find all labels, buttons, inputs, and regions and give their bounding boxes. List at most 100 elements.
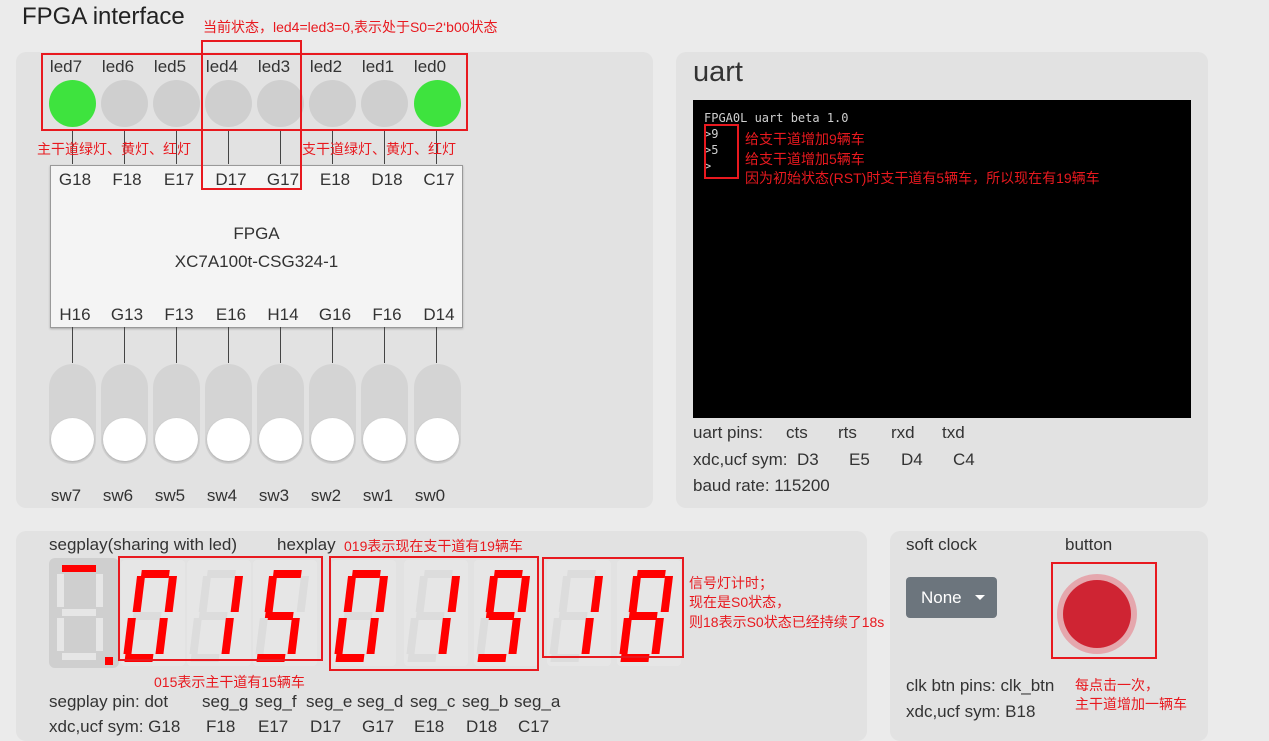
switch-label: sw4 [206,486,238,505]
seg-sym: D18 [466,717,498,736]
pin-label: G18 [58,170,92,189]
switch-sw3[interactable] [257,364,304,464]
soft-clock-label: soft clock [906,535,977,554]
annotation-state: 当前状态，led4=led3=0,表示处于S0=2‘b00状态 [203,19,498,35]
seg-sym: G17 [362,717,395,736]
select-value: None [921,588,962,607]
pin-label: H14 [267,305,299,324]
uart-pin: cts [786,423,808,442]
switch-knob[interactable] [103,418,146,461]
switch-sw0[interactable] [414,364,461,464]
annotation-button-2: 主干道增加一辆车 [1075,696,1187,712]
uart-pin: rts [838,423,857,442]
switch-sw1[interactable] [361,364,408,464]
uart-sym: D3 [797,450,819,469]
annotation-timer-1: 信号灯计时； [689,575,773,591]
pin-label: F18 [112,170,142,189]
chip-part: XC7A100t-CSG324-1 [174,252,339,271]
switch-knob[interactable] [311,418,354,461]
hexplay-label: hexplay [277,535,336,554]
annotation-box [542,557,684,658]
uart-pin: txd [942,423,965,442]
pin-label: F13 [164,305,194,324]
annotation-uart-3: 因为初始状态(RST)时支干道有5辆车，所以现在有19辆车 [745,170,1100,186]
switch-sw2[interactable] [309,364,356,464]
wire [384,327,385,363]
annotation-uart-2: 给支干道增加5辆车 [745,151,865,167]
annotation-button-1: 每点击一次， [1075,677,1159,693]
switch-sw6[interactable] [101,364,148,464]
switch-sw7[interactable] [49,364,96,464]
seg-sym-label: xdc,ucf sym: G18 [49,717,181,736]
uart-pin: rxd [891,423,915,442]
button-label: button [1065,535,1113,554]
wire [176,327,177,363]
uart-sym: E5 [849,450,870,469]
annotation-branch-lights: 支干道绿灯、黄灯、红灯 [302,141,456,157]
segplay-digit-icon [57,565,113,665]
switch-knob[interactable] [51,418,94,461]
switch-knob[interactable] [363,418,406,461]
seg-pin: seg_f [255,692,297,711]
switch-knob[interactable] [416,418,459,461]
annotation-uart-1: 给支干道增加9辆车 [745,131,865,147]
annotation-box [201,40,302,190]
seg-pin: seg_g [202,692,249,711]
switch-label: sw7 [50,486,82,505]
uart-sym: D4 [901,450,923,469]
seg-pin: seg_e [306,692,353,711]
annotation-main: 015表示主干道有15辆车 [154,674,305,690]
baud-rate: baud rate: 115200 [693,476,830,495]
seg-pin: seg_c [410,692,456,711]
pin-label: G16 [318,305,352,324]
wire [72,327,73,363]
pin-label: E16 [215,305,247,324]
switch-knob[interactable] [207,418,250,461]
clk-sym: xdc,ucf sym: B18 [906,702,1036,721]
annotation-box [329,556,539,671]
switch-knob[interactable] [259,418,302,461]
chip-name: FPGA [233,224,280,243]
switch-label: sw3 [258,486,290,505]
seg-pin: seg_a [514,692,561,711]
switch-sw5[interactable] [153,364,200,464]
seg-sym: C17 [518,717,550,736]
seg-pin-label: segplay pin: dot [49,692,169,711]
soft-clock-select[interactable]: None [906,577,997,618]
terminal-line: FPGA0L uart beta 1.0 [704,111,849,125]
annotation-hex: 019表示现在支干道有19辆车 [344,538,523,554]
switch-label: sw2 [310,486,342,505]
switch-label: sw5 [154,486,186,505]
seg-pin: seg_b [462,692,509,711]
pin-label: C17 [423,170,455,189]
seg-pin: seg_d [357,692,404,711]
clk-pins: clk btn pins: clk_btn [906,676,1055,695]
annotation-box [704,124,739,179]
switch-label: sw1 [362,486,394,505]
uart-sym: C4 [953,450,975,469]
seg-sym: F18 [206,717,236,736]
pin-label: D18 [371,170,403,189]
annotation-main-lights: 主干道绿灯、黄灯、红灯 [37,141,191,157]
wire [436,327,437,363]
pin-label: F16 [372,305,402,324]
annotation-timer-2: 现在是S0状态， [689,594,791,610]
pin-label: D14 [423,305,455,324]
wire [228,327,229,363]
switch-label: sw6 [102,486,134,505]
pin-label: H16 [59,305,91,324]
page-title: FPGA interface [22,3,185,30]
wire [124,327,125,363]
wire [332,327,333,363]
annotation-timer-3: 则18表示S0状态已经持续了18s [689,614,885,630]
segplay-display [49,558,119,668]
switch-sw4[interactable] [205,364,252,464]
wire [280,327,281,363]
pin-label: E17 [163,170,195,189]
switch-knob[interactable] [155,418,198,461]
caret-down-icon [975,595,985,600]
seg-sym: D17 [310,717,342,736]
pin-label: E18 [319,170,351,189]
seg-sym: E17 [258,717,289,736]
annotation-box [118,556,323,661]
